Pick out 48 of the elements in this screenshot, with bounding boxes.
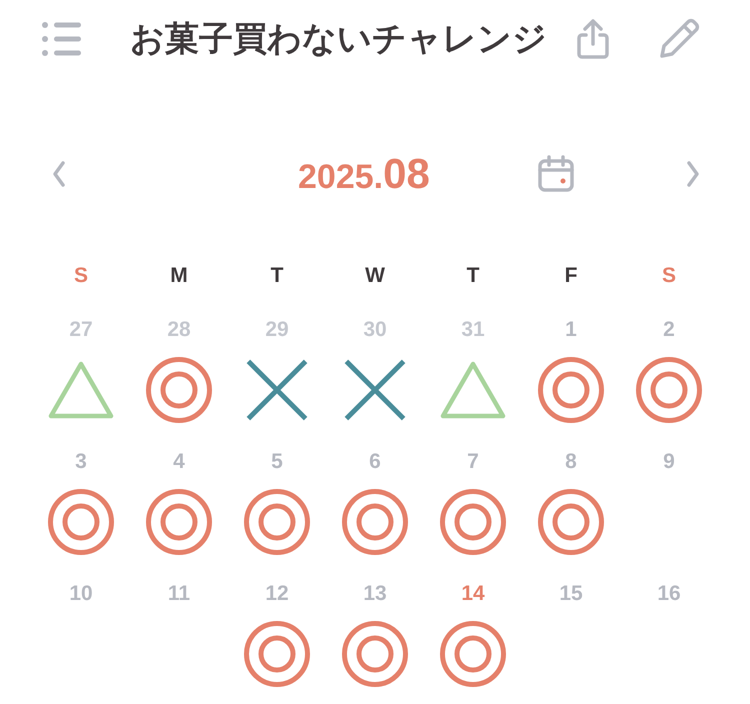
weekday-label: T [466, 264, 480, 289]
previous-month-icon[interactable] [52, 160, 66, 188]
weekday-label: F [564, 264, 578, 289]
day-number[interactable]: 9 [663, 450, 675, 480]
day-number[interactable]: 16 [657, 582, 681, 612]
day-number[interactable]: 4 [173, 450, 185, 480]
day-number[interactable]: 30 [363, 318, 387, 348]
day-number[interactable]: 7 [467, 450, 479, 480]
weekday-label: S [662, 264, 676, 289]
day-number[interactable]: 11 [168, 582, 190, 612]
cross-icon [244, 357, 310, 423]
double-circle-icon [440, 489, 506, 555]
day-number[interactable]: 15 [559, 582, 583, 612]
app-title: お菓子買わないチャレンジ [130, 19, 547, 60]
day-number[interactable]: 5 [271, 450, 283, 480]
double-circle-icon [636, 357, 702, 423]
weekday-label: M [170, 264, 188, 289]
day-number[interactable]: 3 [75, 450, 87, 480]
day-number[interactable]: 1 [565, 318, 577, 348]
day-number[interactable]: 31 [461, 318, 485, 348]
day-number[interactable]: 13 [363, 582, 387, 612]
double-circle-icon [48, 489, 114, 555]
cross-icon [342, 357, 408, 423]
day-number[interactable]: 14 [461, 582, 485, 612]
double-circle-icon [342, 621, 408, 687]
day-number[interactable]: 28 [167, 318, 191, 348]
day-number[interactable]: 29 [265, 318, 289, 348]
day-number[interactable]: 2 [663, 318, 675, 348]
double-circle-icon [146, 489, 212, 555]
day-number[interactable]: 27 [69, 318, 93, 348]
double-circle-icon [244, 489, 310, 555]
weekday-label: S [74, 264, 88, 289]
day-number[interactable]: 8 [565, 450, 577, 480]
weekday-label: T [270, 264, 284, 289]
calendar-icon[interactable] [536, 154, 576, 194]
double-circle-icon [146, 357, 212, 423]
next-month-icon[interactable] [686, 160, 700, 188]
double-circle-icon [440, 621, 506, 687]
day-number[interactable]: 6 [369, 450, 381, 480]
double-circle-icon [244, 621, 310, 687]
list-icon[interactable] [42, 21, 82, 57]
double-circle-icon [342, 489, 408, 555]
double-circle-icon [538, 489, 604, 555]
weekday-label: W [365, 264, 385, 289]
day-number[interactable]: 12 [265, 582, 289, 612]
double-circle-icon [538, 357, 604, 423]
month-label: 2025.08 [298, 150, 430, 198]
day-number[interactable]: 10 [69, 582, 93, 612]
